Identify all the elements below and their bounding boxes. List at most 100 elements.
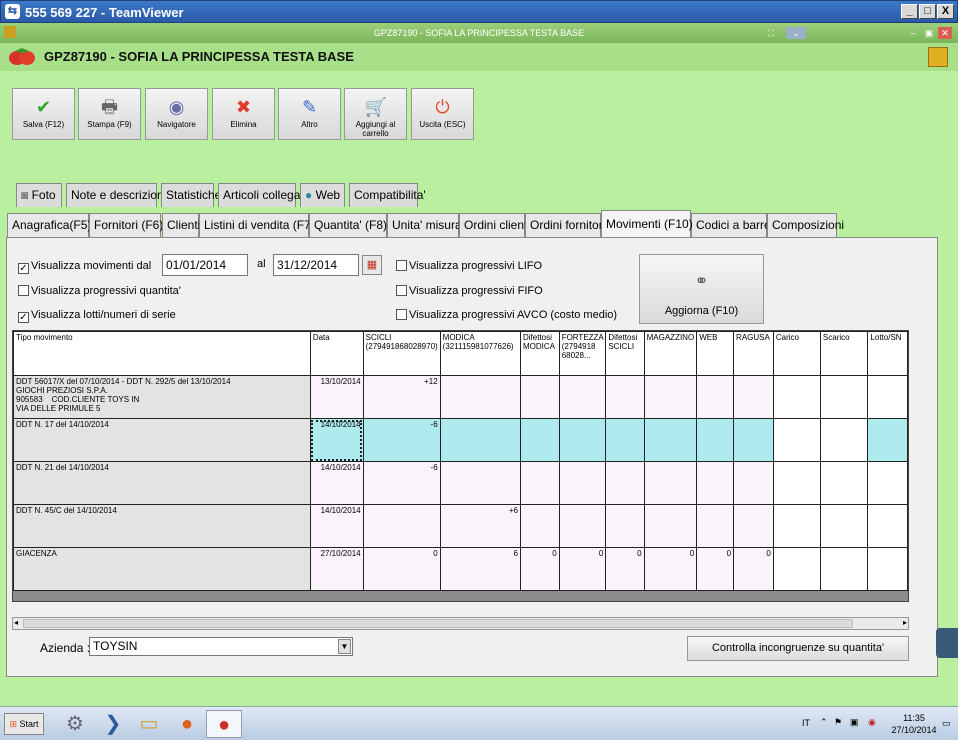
qty-cell[interactable] — [733, 375, 774, 419]
table-row[interactable]: DDT N. 45/C del 14/10/2014 14/10/2014 +6 — [13, 504, 908, 548]
tab-4[interactable]: Quantita' (F8) — [309, 213, 387, 237]
column-header[interactable]: MAGAZZINO — [643, 331, 698, 376]
extra-cell[interactable] — [772, 375, 821, 419]
checkbox-icon[interactable]: ✓ — [18, 312, 29, 323]
qty-cell[interactable]: 0 — [519, 547, 560, 591]
minimize-button[interactable]: _ — [901, 4, 918, 19]
check-inconsistencies-button[interactable]: Controlla incongruenze su quantita' — [687, 636, 909, 661]
date-to-input[interactable]: 31/12/2014 — [273, 254, 359, 276]
start-button[interactable]: ⊞ Start — [4, 713, 44, 735]
flag-icon[interactable]: ⚑ — [834, 717, 842, 728]
extra-cell[interactable] — [819, 418, 869, 462]
qty-cell[interactable] — [733, 418, 774, 462]
checkbox-icon[interactable] — [396, 260, 407, 271]
delete-button[interactable]: ✖ Elimina — [212, 88, 275, 140]
column-header[interactable]: Carico — [772, 331, 821, 376]
qty-cell[interactable] — [696, 418, 735, 462]
qty-cell[interactable] — [519, 375, 560, 419]
volume-icon[interactable]: ◉ — [868, 717, 876, 728]
top-tab-3[interactable]: Articoli collegati — [218, 183, 306, 207]
extra-cell[interactable] — [867, 418, 908, 462]
checkbox-icon[interactable] — [18, 285, 29, 296]
qty-cell[interactable] — [733, 461, 774, 505]
scroll-right-icon[interactable]: ▸ — [903, 618, 907, 627]
extra-cell[interactable] — [867, 461, 908, 505]
tab-0[interactable]: Anagrafica(F5) — [7, 213, 91, 237]
network-icon[interactable]: ▣ — [850, 717, 859, 728]
tab-6[interactable]: Ordini clienti — [459, 213, 530, 237]
tab-1[interactable]: Fornitori (F6) — [89, 213, 163, 237]
tab-8[interactable]: Movimenti (F10) — [601, 210, 693, 237]
save-button[interactable]: ✔ Salva (F12) — [12, 88, 75, 140]
qty-cell[interactable] — [605, 461, 645, 505]
qty-cell[interactable] — [558, 461, 607, 505]
dropdown-arrow-icon[interactable]: ▼ — [338, 639, 351, 654]
azienda-select[interactable]: TOYSIN ▼ — [89, 637, 353, 656]
qty-cell[interactable] — [439, 375, 521, 419]
extra-cell[interactable] — [867, 375, 908, 419]
qty-cell[interactable] — [519, 461, 560, 505]
scroll-left-icon[interactable]: ◂ — [14, 618, 18, 627]
extra-cell[interactable] — [819, 461, 869, 505]
qty-cell[interactable] — [605, 418, 645, 462]
extra-cell[interactable] — [867, 547, 908, 591]
table-row[interactable]: DDT 56017/X del 07/10/2014 - DDT N. 292/… — [13, 375, 908, 419]
language-indicator[interactable]: IT — [802, 718, 810, 728]
calendar-icon[interactable]: ▦ — [362, 255, 382, 275]
column-header[interactable]: WEB — [696, 331, 735, 376]
qty-cell[interactable]: 0 — [643, 547, 698, 591]
qty-cell[interactable] — [605, 375, 645, 419]
checkbox-icon[interactable] — [396, 309, 407, 320]
date-cell[interactable]: 27/10/2014 — [309, 547, 364, 591]
fit-screen-icon[interactable]: ⛶ — [764, 27, 778, 39]
progressive-qty-checkbox[interactable]: Visualizza progressivi quantita' — [18, 285, 181, 297]
close-button[interactable]: X — [937, 4, 954, 19]
movement-type-cell[interactable]: GIACENZA — [13, 547, 311, 591]
show-movements-checkbox[interactable]: ✓ Visualizza movimenti dal — [18, 260, 151, 274]
qty-cell[interactable] — [696, 375, 735, 419]
qty-cell[interactable]: 0 — [733, 547, 774, 591]
qty-cell[interactable]: -6 — [362, 461, 441, 505]
clock-time[interactable]: 11:35 — [892, 713, 936, 723]
tab-2[interactable]: Clienti — [162, 213, 200, 237]
extra-cell[interactable] — [819, 547, 869, 591]
date-from-input[interactable]: 01/01/2014 — [162, 254, 248, 276]
qty-cell[interactable] — [519, 504, 560, 548]
lots-checkbox[interactable]: ✓ Visualizza lotti/numeri di serie — [18, 309, 176, 323]
movement-type-cell[interactable]: DDT 56017/X del 07/10/2014 - DDT N. 292/… — [13, 375, 311, 419]
powershell-icon[interactable]: ❯ — [98, 710, 128, 738]
qty-cell[interactable] — [605, 504, 645, 548]
top-tab-1[interactable]: Note e descrizioni — [66, 183, 166, 207]
movement-type-cell[interactable]: DDT N. 21 del 14/10/2014 — [13, 461, 311, 505]
column-header[interactable]: Tipo movimento — [13, 331, 311, 376]
column-header[interactable]: FORTEZZA (2794918 68028... — [558, 331, 607, 376]
qty-cell[interactable] — [362, 504, 441, 548]
qty-cell[interactable] — [643, 418, 698, 462]
column-header[interactable]: Lotto/SN — [867, 331, 908, 376]
show-hidden-icons-icon[interactable]: ⌃ — [820, 717, 828, 728]
qty-cell[interactable]: 0 — [605, 547, 645, 591]
tab-9[interactable]: Codici a barre — [691, 213, 771, 237]
avco-checkbox[interactable]: Visualizza progressivi AVCO (costo medio… — [396, 309, 617, 321]
column-header[interactable]: Difettosi MODICA — [519, 331, 560, 376]
extra-cell[interactable] — [867, 504, 908, 548]
top-tab-0[interactable]: ◙ Foto — [16, 183, 62, 207]
date-cell[interactable]: 14/10/2014 — [309, 461, 364, 505]
folder-icon[interactable]: ▭ — [134, 710, 164, 738]
column-header[interactable]: RAGUSA — [733, 331, 774, 376]
app-close-icon[interactable]: ✕ — [938, 27, 952, 39]
qty-cell[interactable] — [558, 418, 607, 462]
strawberry-app-icon[interactable]: ● — [206, 710, 242, 738]
column-header[interactable]: SCICLI (279491868028970) — [362, 331, 441, 376]
exit-button[interactable]: ⏻ Uscita (ESC) — [411, 88, 474, 140]
checkbox-icon[interactable]: ✓ — [18, 263, 29, 274]
qty-cell[interactable] — [643, 461, 698, 505]
extra-cell[interactable] — [819, 375, 869, 419]
extra-cell[interactable] — [772, 461, 821, 505]
other-button[interactable]: ✎ Altro — [278, 88, 341, 140]
qty-cell[interactable]: 0 — [696, 547, 735, 591]
add-to-cart-button[interactable]: 🛒 Aggiungi al carrello — [344, 88, 407, 140]
print-button[interactable]: 🖶 Stampa (F9) — [78, 88, 141, 140]
extra-cell[interactable] — [772, 504, 821, 548]
date-cell[interactable]: 13/10/2014 — [309, 375, 364, 419]
